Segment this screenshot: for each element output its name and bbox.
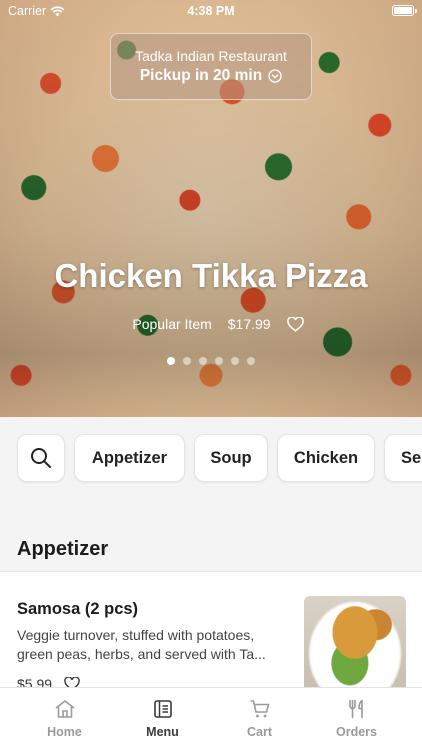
status-time: 4:38 PM xyxy=(187,4,235,18)
tab-home[interactable]: Home xyxy=(12,688,117,750)
carousel-dots[interactable] xyxy=(0,357,422,365)
menu-icon xyxy=(153,700,172,718)
section-title: Appetizer xyxy=(17,538,109,560)
home-icon xyxy=(55,700,74,718)
popular-badge: Popular Item xyxy=(132,316,212,332)
tab-menu-label: Menu xyxy=(146,725,179,739)
chevron-down-circle-icon xyxy=(268,69,282,83)
search-button[interactable] xyxy=(17,434,65,482)
restaurant-name: Tadka Indian Restaurant xyxy=(135,48,287,64)
pickup-label: Pickup in 20 min xyxy=(139,67,263,84)
tab-cart-label: Cart xyxy=(246,725,272,739)
featured-item-price: $17.99 xyxy=(227,316,271,332)
category-partial[interactable]: Se xyxy=(384,434,422,482)
category-chicken[interactable]: Chicken xyxy=(277,434,375,482)
carousel-dot[interactable] xyxy=(247,357,255,365)
tab-orders[interactable]: Orders xyxy=(304,688,409,750)
carousel-dot[interactable] xyxy=(199,357,207,365)
tab-cart[interactable]: Cart xyxy=(207,688,312,750)
tab-home-label: Home xyxy=(47,725,82,739)
menu-item-name: Samosa (2 pcs) xyxy=(17,600,139,618)
status-bar: Carrier 4:38 PM xyxy=(0,0,422,22)
tab-orders-label: Orders xyxy=(336,725,377,739)
carousel-dot[interactable] xyxy=(183,357,191,365)
carousel-dot[interactable] xyxy=(231,357,239,365)
cart-icon xyxy=(250,700,269,718)
carousel-dot[interactable] xyxy=(167,357,175,365)
orders-icon xyxy=(348,699,363,719)
tab-menu[interactable]: Menu xyxy=(110,688,215,750)
featured-item-title: Chicken Tikka Pizza xyxy=(54,257,368,294)
category-bar[interactable]: Appetizer Soup Chicken Se xyxy=(0,417,422,507)
menu-item-card[interactable]: Samosa (2 pcs) Veggie turnover, stuffed … xyxy=(0,571,422,701)
heart-icon[interactable] xyxy=(286,316,304,332)
category-soup[interactable]: Soup xyxy=(194,434,268,482)
menu-item-image xyxy=(304,596,406,692)
category-appetizer[interactable]: Appetizer xyxy=(74,434,185,482)
featured-item-meta: Popular Item $17.99 xyxy=(0,316,422,332)
pickup-time-row: Pickup in 20 min xyxy=(111,65,311,87)
tab-bar: Home Menu Cart Orders xyxy=(0,687,422,750)
search-icon xyxy=(31,448,51,468)
carousel-dot[interactable] xyxy=(215,357,223,365)
pickup-selector[interactable]: Tadka Indian Restaurant Pickup in 20 min xyxy=(110,33,312,100)
battery-icon xyxy=(392,5,417,16)
menu-item-description: Veggie turnover, stuffed with potatoes, … xyxy=(17,627,266,662)
